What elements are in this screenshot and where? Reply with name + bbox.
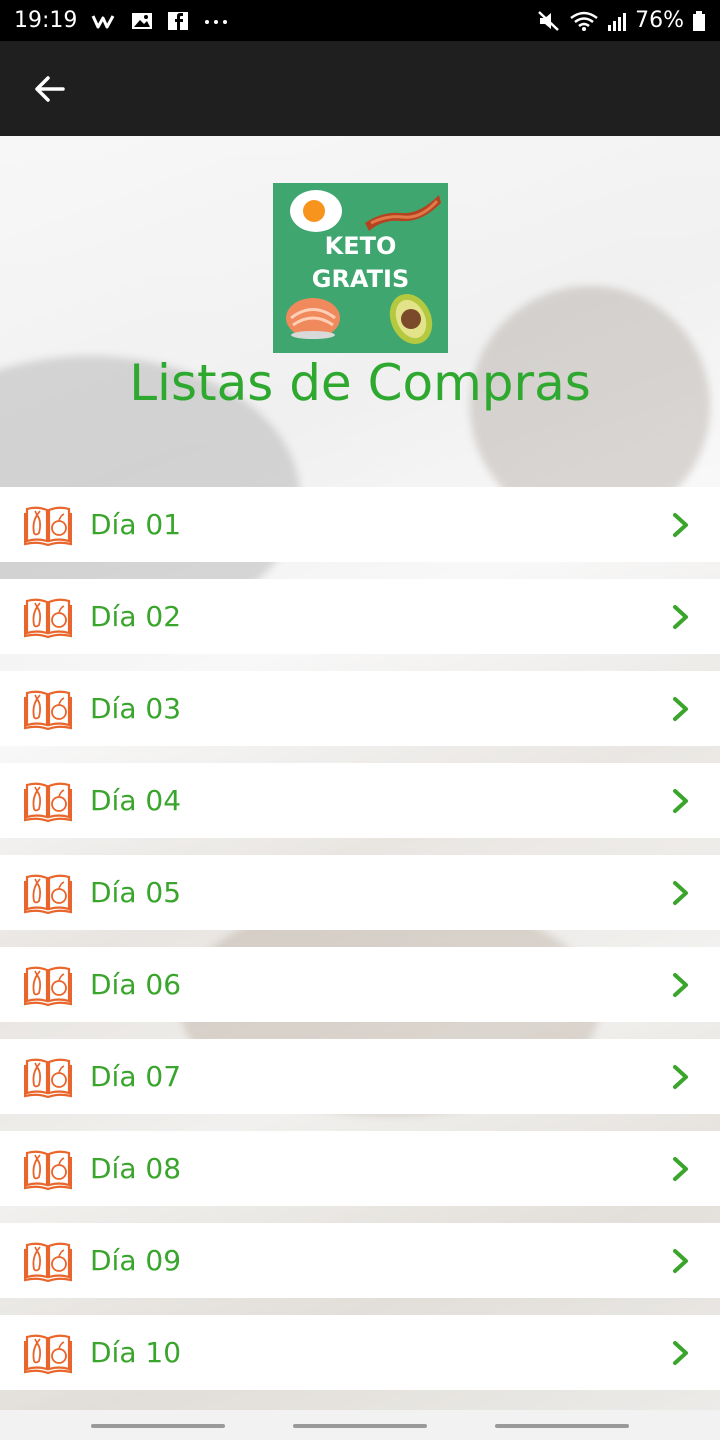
navigation-bar xyxy=(0,1410,720,1440)
list-item[interactable]: Día 04 xyxy=(0,763,720,838)
list-item-label: Día 05 xyxy=(90,876,182,909)
mute-icon xyxy=(537,9,561,33)
recipe-book-icon xyxy=(24,966,72,1007)
list-item-label: Día 09 xyxy=(90,1244,182,1277)
salmon-icon xyxy=(286,298,340,339)
app-bar xyxy=(0,41,720,136)
wifi-icon xyxy=(569,9,599,33)
list-item-label: Día 03 xyxy=(90,692,182,725)
chevron-right-icon xyxy=(673,789,688,813)
list-item-label: Día 06 xyxy=(90,968,182,1001)
chevron-right-icon xyxy=(673,1065,688,1089)
nav-home-button[interactable] xyxy=(293,1424,427,1428)
page-title: Listas de Compras xyxy=(129,354,591,412)
recipe-book-icon xyxy=(24,1242,72,1283)
nav-recents-button[interactable] xyxy=(91,1424,225,1428)
list-item[interactable]: Día 01 xyxy=(0,487,720,562)
recipe-book-icon xyxy=(24,1334,72,1375)
bacon-icon xyxy=(365,195,441,231)
signal-icon xyxy=(607,9,627,33)
list-item-label: Día 08 xyxy=(90,1152,182,1185)
logo-line1: KETO xyxy=(324,232,397,260)
back-button[interactable] xyxy=(14,54,84,124)
list-item[interactable]: Día 02 xyxy=(0,579,720,654)
list-item[interactable]: Día 03 xyxy=(0,671,720,746)
chevron-right-icon xyxy=(673,1341,688,1365)
content-area: KETO GRATIS Listas de Compras Día 01 Día … xyxy=(0,136,720,1410)
keto-gratis-logo: KETO GRATIS xyxy=(273,183,448,353)
arrow-left-icon xyxy=(35,75,65,102)
list-item-label: Día 01 xyxy=(90,508,182,541)
list-item-label: Día 02 xyxy=(90,600,182,633)
list-item[interactable]: Día 05 xyxy=(0,855,720,930)
list-item[interactable]: Día 08 xyxy=(0,1131,720,1206)
chevron-right-icon xyxy=(673,1157,688,1181)
recipe-book-icon xyxy=(24,690,72,731)
recipe-book-icon xyxy=(24,1058,72,1099)
image-icon xyxy=(131,9,153,33)
more-dots-icon xyxy=(203,9,229,33)
status-time: 19:19 xyxy=(14,8,78,33)
recipe-book-icon xyxy=(24,874,72,915)
avocado-icon xyxy=(389,293,433,345)
battery-percent: 76% xyxy=(635,8,684,33)
chevron-right-icon xyxy=(673,973,688,997)
nav-back-button[interactable] xyxy=(495,1424,629,1428)
chevron-right-icon xyxy=(673,513,688,537)
list-item[interactable]: Día 06 xyxy=(0,947,720,1022)
list-item-label: Día 10 xyxy=(90,1336,182,1369)
status-bar: 19:19 76% xyxy=(0,0,720,41)
list-item[interactable]: Día 07 xyxy=(0,1039,720,1114)
list-item-label: Día 04 xyxy=(90,784,182,817)
chevron-right-icon xyxy=(673,881,688,905)
list-item[interactable]: Día 10 xyxy=(0,1315,720,1390)
list-item[interactable]: Día 09 xyxy=(0,1223,720,1298)
facebook-icon xyxy=(167,9,189,33)
recipe-book-icon xyxy=(24,598,72,639)
chevron-right-icon xyxy=(673,697,688,721)
chevron-right-icon xyxy=(673,1249,688,1273)
recipe-book-icon xyxy=(24,782,72,823)
recipe-book-icon xyxy=(24,1150,72,1191)
chevron-right-icon xyxy=(673,605,688,629)
w-app-icon xyxy=(91,9,117,33)
battery-icon xyxy=(692,9,706,33)
recipe-book-icon xyxy=(24,506,72,547)
list-item-label: Día 07 xyxy=(90,1060,182,1093)
fried-egg-icon xyxy=(290,190,342,232)
